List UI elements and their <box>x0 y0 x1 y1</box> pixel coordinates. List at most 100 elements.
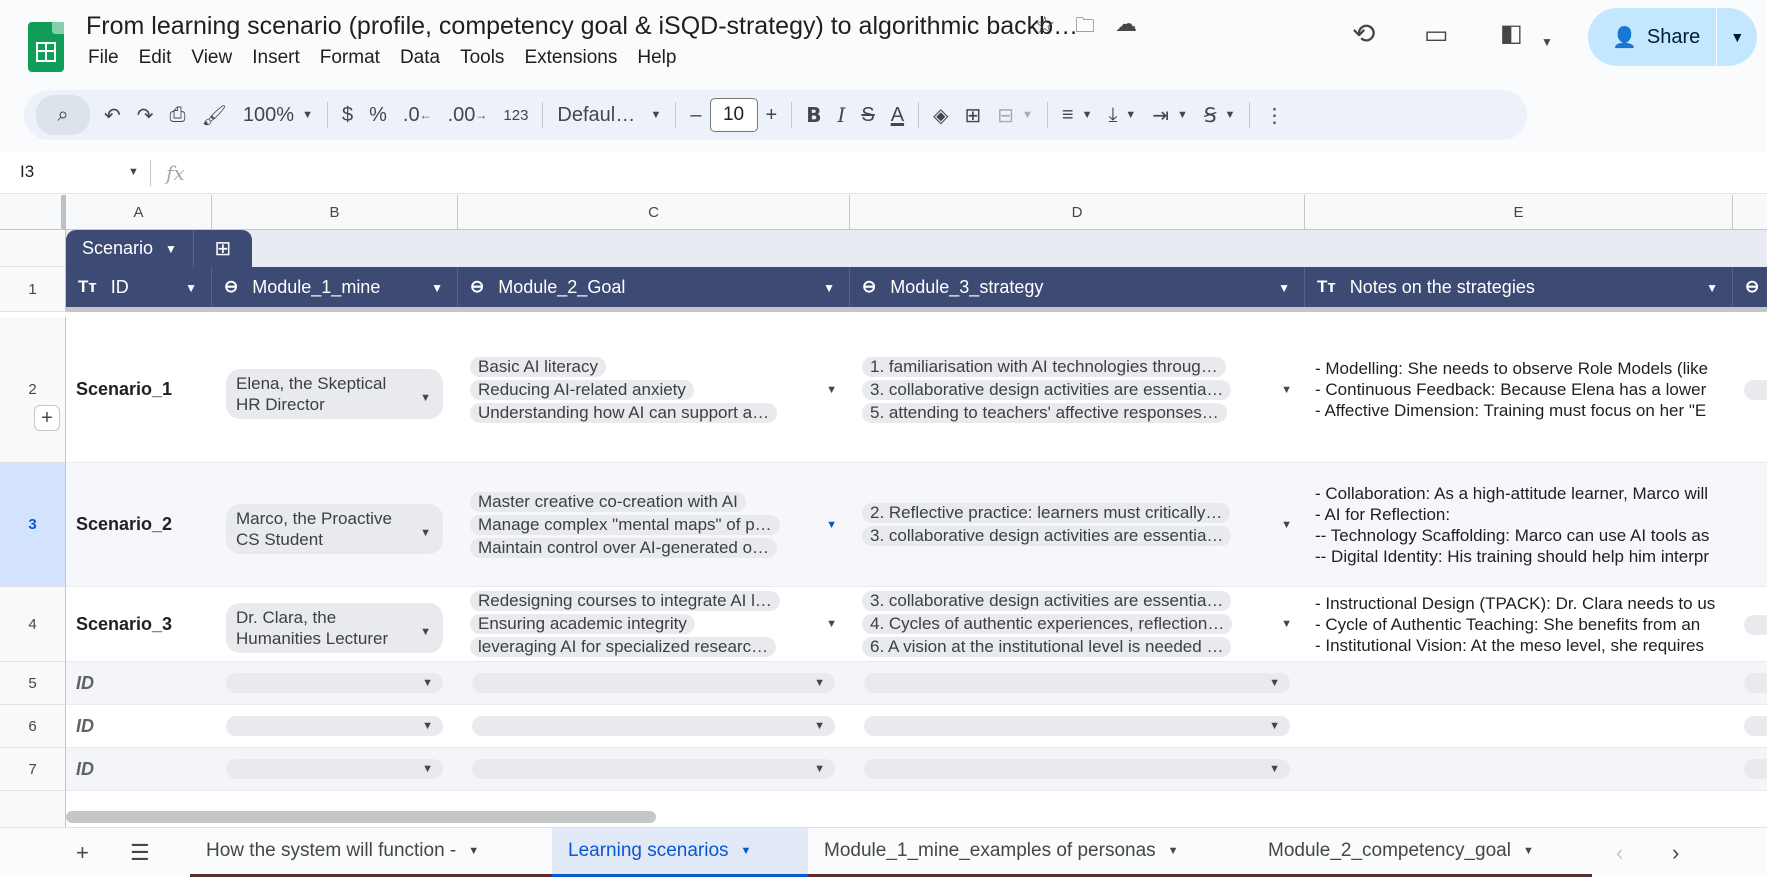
dropdown-arrow-icon[interactable]: ▼ <box>420 523 431 544</box>
cell-notes[interactable] <box>1305 662 1733 704</box>
column-header-b[interactable]: B <box>212 195 458 230</box>
more-formats-button[interactable]: 123 <box>495 95 536 135</box>
table-row[interactable]: Scenario_3 Dr. Clara, the Humanities Lec… <box>66 587 1767 662</box>
cell-persona[interactable]: ▼ <box>212 662 458 704</box>
menu-insert[interactable]: Insert <box>242 47 310 69</box>
cell-goals[interactable]: Master creative co-creation with AI Mana… <box>458 463 850 586</box>
empty-dropdown[interactable]: ▼ <box>472 759 835 779</box>
table-row[interactable]: ID ▼ ▼ ▼ <box>66 662 1767 705</box>
chevron-down-icon[interactable]: ▼ <box>468 845 479 857</box>
dropdown-arrow-icon[interactable]: ▼ <box>420 622 431 643</box>
next-column-chip[interactable] <box>1744 759 1767 779</box>
select-all-corner[interactable] <box>0 195 66 230</box>
scroll-tabs-right-icon[interactable]: › <box>1672 840 1679 866</box>
zoom-select[interactable]: 100% ▼ <box>235 95 321 135</box>
cell-goals[interactable]: ▼ <box>458 705 850 747</box>
cell-persona[interactable]: Elena, the Skeptical HR Director ▼ <box>212 317 458 462</box>
cell-goals[interactable]: ▼ <box>458 748 850 790</box>
table-row[interactable]: Scenario_2 Marco, the Proactive CS Stude… <box>66 463 1767 587</box>
next-column-chip[interactable] <box>1744 716 1767 736</box>
row-header-2[interactable]: 2 <box>0 317 66 463</box>
document-title[interactable]: From learning scenario (profile, compete… <box>86 12 1078 41</box>
share-button[interactable]: 👤 Share <box>1588 8 1718 66</box>
dropdown-arrow-icon[interactable]: ▼ <box>826 384 837 396</box>
cell-notes[interactable]: - Instructional Design (TPACK): Dr. Clar… <box>1305 587 1733 661</box>
cell-strategies[interactable]: ▼ <box>850 748 1305 790</box>
row-header-4[interactable]: 4 <box>0 587 66 662</box>
empty-dropdown[interactable]: ▼ <box>864 759 1290 779</box>
text-wrapping-icon[interactable]: ⇥ ▼ <box>1144 95 1196 135</box>
header-module-1[interactable]: ⊖ Module_1_mine ▼ <box>212 267 458 307</box>
fill-color-icon[interactable]: ◈ <box>925 95 956 135</box>
dropdown-arrow-icon[interactable]: ▼ <box>422 677 433 689</box>
header-next[interactable]: ⊖ <box>1733 267 1767 307</box>
version-history-icon[interactable]: ⟲ <box>1352 20 1375 48</box>
cell-persona[interactable]: Dr. Clara, the Humanities Lecturer ▼ <box>212 587 458 661</box>
text-color-icon[interactable]: A <box>883 95 912 135</box>
percent-format-button[interactable]: % <box>361 95 395 135</box>
share-options-icon[interactable]: ▼ <box>1717 8 1757 66</box>
dropdown-arrow-icon[interactable]: ▼ <box>814 677 825 689</box>
dropdown-arrow-icon[interactable]: ▼ <box>1269 720 1280 732</box>
chevron-down-icon[interactable]: ▼ <box>823 281 835 295</box>
spreadsheet-grid[interactable]: A B C D E Scenario ▼ ⊞ 1 2 3 4 5 6 7 Tт I… <box>0 195 1767 827</box>
cell-goals[interactable]: Redesigning courses to integrate AI l… E… <box>458 587 850 661</box>
column-header-f[interactable] <box>1733 195 1767 230</box>
table-name-chip[interactable]: Scenario ▼ ⊞ <box>66 230 252 267</box>
chevron-down-icon[interactable]: ▼ <box>1168 845 1179 857</box>
increase-font-size-button[interactable]: + <box>758 95 786 135</box>
dropdown-arrow-icon[interactable]: ▼ <box>1269 677 1280 689</box>
dropdown-arrow-icon[interactable]: ▼ <box>1269 763 1280 775</box>
cell-strategies[interactable]: 1. familiarisation with AI technologies … <box>850 317 1305 462</box>
move-folder-icon[interactable]: 🗀 <box>1075 14 1095 38</box>
column-header-e[interactable]: E <box>1305 195 1733 230</box>
table-row[interactable]: ID ▼ ▼ ▼ <box>66 748 1767 791</box>
cell-id[interactable]: Scenario_1 <box>66 317 212 462</box>
dropdown-arrow-icon[interactable]: ▼ <box>1281 384 1292 396</box>
persona-chip[interactable]: Dr. Clara, the Humanities Lecturer ▼ <box>226 603 443 653</box>
dropdown-arrow-icon[interactable]: ▼ <box>1281 519 1292 531</box>
increase-decimal-button[interactable]: .00 → <box>440 95 496 135</box>
header-id[interactable]: Tт ID ▼ <box>66 267 212 307</box>
persona-chip[interactable]: Marco, the Proactive CS Student ▼ <box>226 503 443 554</box>
row-header-7[interactable]: 7 <box>0 748 66 791</box>
chevron-down-icon[interactable]: ▼ <box>1706 281 1718 295</box>
empty-dropdown[interactable]: ▼ <box>472 673 835 693</box>
chevron-down-icon[interactable]: ▼ <box>185 281 197 295</box>
font-size-input[interactable]: 10 <box>709 98 758 132</box>
cell-id[interactable]: Scenario_2 <box>66 463 212 586</box>
dropdown-arrow-icon[interactable]: ▼ <box>826 618 837 630</box>
chevron-down-icon[interactable]: ▼ <box>431 281 443 295</box>
bold-icon[interactable]: B <box>798 95 829 135</box>
cell-id-placeholder[interactable]: ID <box>66 748 212 790</box>
row-header-3[interactable]: 3 <box>0 463 66 587</box>
next-column-chip[interactable] <box>1744 673 1767 693</box>
star-icon[interactable]: ☆ <box>1034 14 1056 38</box>
header-notes[interactable]: Tт Notes on the strategies ▼ <box>1305 267 1733 307</box>
next-column-chip[interactable] <box>1744 615 1767 635</box>
dropdown-arrow-icon[interactable]: ▼ <box>814 720 825 732</box>
cell-goals[interactable]: Basic AI literacy Reducing AI-related an… <box>458 317 850 462</box>
menu-tools[interactable]: Tools <box>450 47 514 69</box>
empty-dropdown[interactable]: ▼ <box>864 673 1290 693</box>
scroll-tabs-left-icon[interactable]: ‹ <box>1616 840 1623 866</box>
row-header-5[interactable]: 5 <box>0 662 66 705</box>
add-sheet-icon[interactable]: + <box>76 840 89 866</box>
menu-edit[interactable]: Edit <box>129 47 182 69</box>
empty-dropdown[interactable]: ▼ <box>226 716 443 736</box>
dropdown-arrow-icon[interactable]: ▼ <box>422 763 433 775</box>
strikethrough-icon[interactable]: S <box>853 95 882 135</box>
header-module-2[interactable]: ⊖ Module_2_Goal ▼ <box>458 267 850 307</box>
redo-icon[interactable]: ↷ <box>129 95 162 135</box>
column-header-d[interactable]: D <box>850 195 1305 230</box>
row-header-1[interactable]: 1 <box>0 267 66 312</box>
chevron-down-icon[interactable]: ▼ <box>1523 845 1534 857</box>
dropdown-arrow-icon[interactable]: ▼ <box>814 763 825 775</box>
column-header-a[interactable]: A <box>66 195 212 230</box>
comments-icon[interactable]: ▭ <box>1424 21 1449 47</box>
menu-format[interactable]: Format <box>310 47 390 69</box>
table-row[interactable]: ID ▼ ▼ ▼ <box>66 705 1767 748</box>
decrease-decimal-button[interactable]: .0 ← <box>395 95 440 135</box>
decrease-font-size-button[interactable]: – <box>682 95 709 135</box>
meet-camera-icon[interactable]: ◧ <box>1500 22 1523 46</box>
